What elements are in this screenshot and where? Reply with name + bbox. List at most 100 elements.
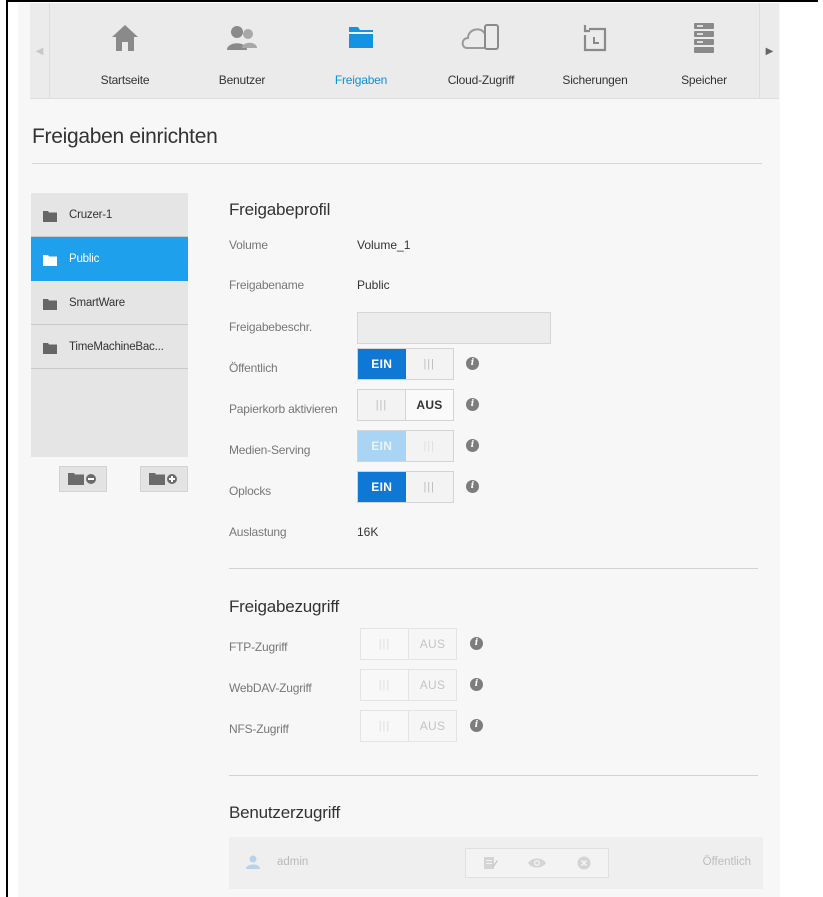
share-item-smartware[interactable]: SmartWare [31,281,188,325]
nav-scroll-right-button[interactable]: ▶ [759,3,779,99]
nav-label-speicher: Speicher [681,73,727,87]
user-name: admin [277,856,309,868]
folder-icon [43,341,57,354]
toggle-grip: ||| [423,481,436,493]
user-permission-controls [465,848,609,878]
toggle-grip: ||| [378,679,391,691]
share-item-public[interactable]: Public [31,237,188,281]
folder-add-icon [149,473,177,485]
full-access-button[interactable] [466,849,513,877]
toggle-on-segment: EIN [358,431,406,461]
deny-access-button[interactable] [561,849,608,877]
nfs-access-toggle: ||| AUS [360,710,457,742]
share-item-label: SmartWare [69,296,125,309]
recycle-bin-label: Papierkorb aktivieren [229,402,338,416]
media-serving-toggle: EIN ||| [357,430,454,462]
nav-item-speicher[interactable]: Speicher [649,3,759,99]
edit-icon [483,857,498,869]
top-navigation: ◀ Startseite Benutzer Freigaben Cloud-Zu… [30,3,779,99]
nfs-access-label: NFS-Zugriff [229,722,289,736]
section-title-freigabezugriff: Freigabezugriff [229,597,340,616]
usage-label: Auslastung [229,525,287,539]
info-icon[interactable]: i [466,480,479,493]
eye-icon [527,858,546,868]
info-icon[interactable]: i [470,637,483,650]
nav-item-cloud-zugriff[interactable]: Cloud-Zugriff [426,3,536,99]
volume-label: Volume [229,238,268,252]
page-title: Freigaben einrichten [32,125,218,148]
nav-item-startseite[interactable]: Startseite [70,3,180,99]
toggle-off-segment: AUS [408,670,456,700]
public-toggle[interactable]: EIN ||| [357,348,454,380]
info-icon[interactable]: i [466,357,479,370]
folder-icon [43,209,57,222]
section-title-freigabeprofil: Freigabeprofil [229,200,331,219]
info-icon[interactable]: i [466,398,479,411]
ftp-access-toggle: ||| AUS [360,628,457,660]
nav-label-cloud-zugriff: Cloud-Zugriff [447,73,515,87]
folder-icon [43,253,57,266]
info-icon[interactable]: i [470,719,483,732]
usage-value: 16K [357,525,379,539]
media-serving-label: Medien-Serving [229,443,311,457]
info-icon[interactable]: i [470,678,483,691]
webdav-access-label: WebDAV-Zugriff [229,681,312,695]
public-label: Öffentlich [229,361,278,375]
toggle-grip: ||| [423,440,436,452]
oplocks-label: Oplocks [229,484,271,498]
nav-label-benutzer: Benutzer [218,73,266,87]
users-icon [226,23,258,58]
nav-label-freigaben: Freigaben [334,73,388,87]
share-item-label: TimeMachineBac... [69,340,164,353]
oplocks-toggle[interactable]: EIN ||| [357,471,454,503]
volume-value: Volume_1 [357,238,411,252]
toggle-on-segment: EIN [358,472,406,502]
nav-scroll-left-button[interactable]: ◀ [30,3,50,99]
section-title-benutzerzugriff: Benutzerzugriff [229,803,341,822]
share-description-input[interactable] [357,312,551,344]
section-divider [229,568,758,569]
nav-item-benutzer[interactable]: Benutzer [187,3,297,99]
toggle-grip: ||| [378,638,391,650]
user-access-status: Öffentlich [702,856,751,868]
section-divider [229,775,758,776]
toggle-grip: ||| [375,399,388,411]
storage-icon [692,21,716,60]
recycle-bin-toggle[interactable]: ||| AUS [357,389,454,421]
nav-item-sicherungen[interactable]: Sicherungen [540,3,650,99]
info-icon[interactable]: i [466,439,479,452]
user-icon [245,854,261,875]
folder-icon [346,23,376,56]
share-name-value: Public [357,278,390,292]
add-share-button[interactable] [140,466,188,492]
share-list: Cruzer-1 Public SmartWare TimeMachineBac… [31,193,188,457]
folder-remove-icon [68,473,96,485]
share-item-label: Public [69,252,100,265]
share-description-label: Freigabebeschr. [229,320,313,334]
share-item-cruzer-1[interactable]: Cruzer-1 [31,193,188,237]
share-item-timemachine[interactable]: TimeMachineBac... [31,325,188,369]
nav-label-startseite: Startseite [100,73,150,87]
toggle-off-segment: AUS [405,390,453,420]
ftp-access-label: FTP-Zugriff [229,640,288,654]
window-frame-left [6,0,8,897]
toggle-off-segment: AUS [408,711,456,741]
share-item-label: Cruzer-1 [69,208,113,221]
home-icon [110,23,140,58]
title-divider [32,163,762,164]
read-only-button[interactable] [513,849,560,877]
page: ◀ Startseite Benutzer Freigaben Cloud-Zu… [18,3,780,897]
nav-item-freigaben[interactable]: Freigaben [306,3,416,99]
remove-share-button[interactable] [59,466,107,492]
chevron-right-icon: ▶ [765,45,774,57]
window-frame-top [6,0,818,2]
share-name-label: Freigabename [229,278,304,292]
toggle-grip: ||| [378,720,391,732]
webdav-access-toggle: ||| AUS [360,669,457,701]
toggle-on-segment: EIN [358,349,406,379]
backup-icon [580,23,610,58]
user-access-row: admin Öffentlich [229,837,763,889]
folder-icon [43,297,57,310]
chevron-left-icon: ◀ [35,45,44,57]
nav-label-sicherungen: Sicherungen [562,73,628,87]
